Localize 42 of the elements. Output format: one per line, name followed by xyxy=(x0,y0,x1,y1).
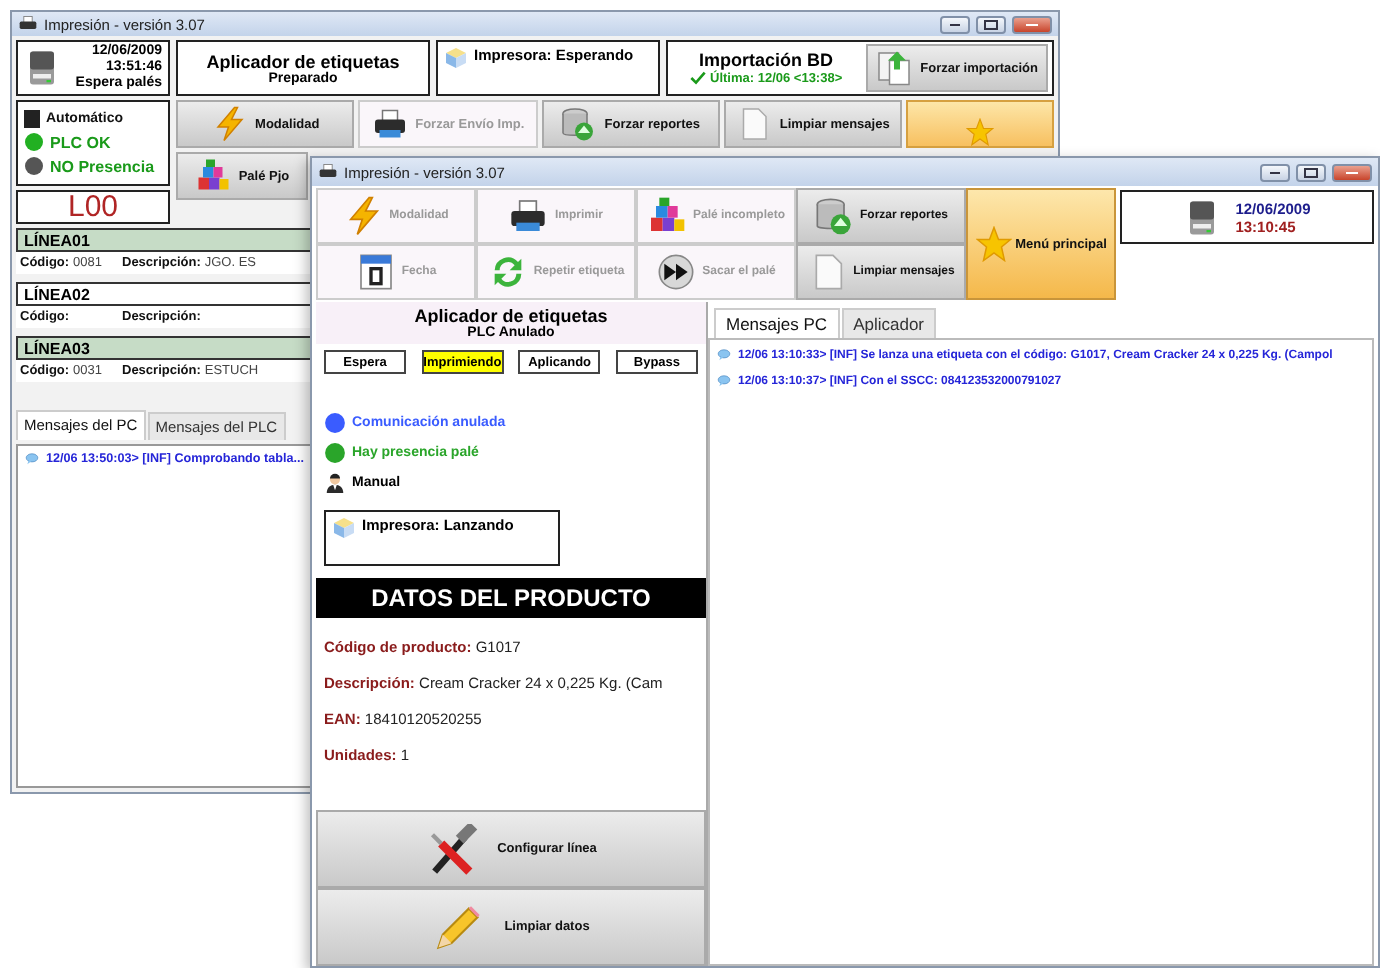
status-label: PLC OK xyxy=(50,133,111,151)
star-icon xyxy=(966,118,994,146)
close-button[interactable] xyxy=(1332,163,1372,181)
printer-icon xyxy=(508,196,549,236)
document-icon xyxy=(876,50,913,86)
printer-icon xyxy=(371,106,408,142)
chat-icon xyxy=(716,374,732,388)
chat-icon xyxy=(716,348,732,362)
panel-title: Aplicador de etiquetas xyxy=(206,51,400,71)
person-icon xyxy=(324,472,346,494)
line-header: LÍNEA03 xyxy=(16,336,312,360)
minimize-button[interactable] xyxy=(1260,163,1290,181)
calendar-icon xyxy=(355,252,396,292)
printer-icon xyxy=(318,162,338,182)
section-title: DATOS DEL PRODUCTO xyxy=(316,578,706,618)
cube-icon xyxy=(332,516,356,540)
database-icon xyxy=(813,196,854,236)
star-icon xyxy=(975,226,1012,262)
check-icon xyxy=(690,70,706,86)
database-icon xyxy=(560,106,597,142)
panel-title: Importación BD xyxy=(699,50,834,70)
maximize-button[interactable] xyxy=(1296,163,1326,181)
cube-icon xyxy=(444,46,468,70)
status-label: NO Presencia xyxy=(50,157,155,175)
line-header: LÍNEA02 xyxy=(16,282,312,306)
tools-icon xyxy=(425,823,478,875)
blocks-icon xyxy=(646,196,687,236)
blocks-icon xyxy=(194,158,231,194)
tab[interactable]: Aplicador xyxy=(841,308,936,338)
fast-forward-icon xyxy=(656,252,697,292)
pencil-icon xyxy=(432,901,485,953)
panel-title: Aplicador de etiquetas xyxy=(414,306,608,326)
chat-icon xyxy=(24,452,40,466)
tab[interactable]: Mensajes PC xyxy=(714,308,840,338)
close-button[interactable] xyxy=(1012,15,1052,33)
bolt-icon xyxy=(211,106,248,142)
bolt-icon xyxy=(343,196,384,236)
minimize-button[interactable] xyxy=(940,15,970,33)
line-code: L00 xyxy=(16,190,170,224)
line-header: LÍNEA01 xyxy=(16,228,312,252)
maximize-button[interactable] xyxy=(976,15,1006,33)
printer-icon xyxy=(18,14,38,34)
